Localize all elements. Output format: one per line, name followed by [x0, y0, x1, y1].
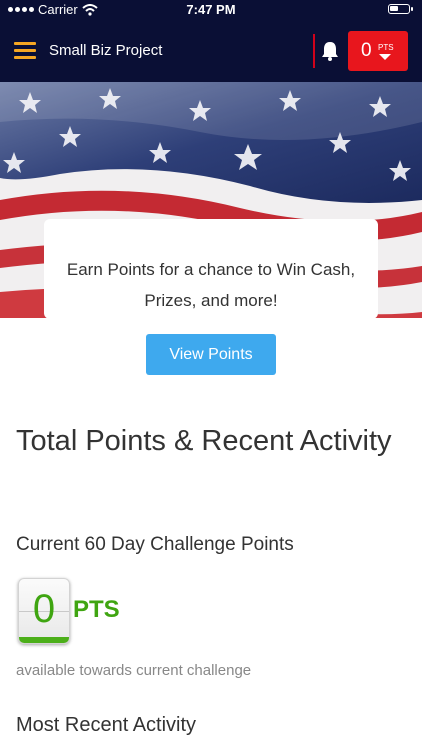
counter-digit: 0: [32, 587, 56, 631]
recent-activity-heading: Most Recent Activity: [16, 714, 197, 736]
menu-icon[interactable]: [14, 42, 36, 59]
hero-card: Earn Points for a chance to Win Cash, Pr…: [44, 219, 378, 319]
total-points-heading: Total Points & Recent Activity: [16, 425, 392, 457]
available-text: available towards current challenge: [16, 662, 252, 679]
navbar-divider: [313, 34, 315, 68]
hero-card-text: Earn Points for a chance to Win Cash, Pr…: [66, 260, 356, 310]
bell-icon[interactable]: [320, 40, 340, 62]
points-badge-button[interactable]: 0 PTS: [348, 31, 408, 71]
points-badge-label: PTS: [378, 43, 394, 52]
view-points-button[interactable]: View Points: [146, 334, 276, 375]
navbar: Small Biz Project 0 PTS: [0, 20, 422, 82]
status-time: 7:47 PM: [186, 2, 236, 17]
points-badge-value: 0: [361, 40, 372, 61]
counter-bar: [19, 637, 69, 643]
app-title: Small Biz Project: [49, 42, 163, 59]
status-bar: Carrier 7:47 PM: [0, 0, 422, 20]
challenge-heading: Current 60 Day Challenge Points: [16, 534, 294, 555]
points-unit-label: PTS: [73, 596, 120, 623]
battery-icon: [388, 4, 413, 14]
points-counter: 0: [18, 578, 70, 644]
chevron-down-icon: [379, 54, 391, 60]
